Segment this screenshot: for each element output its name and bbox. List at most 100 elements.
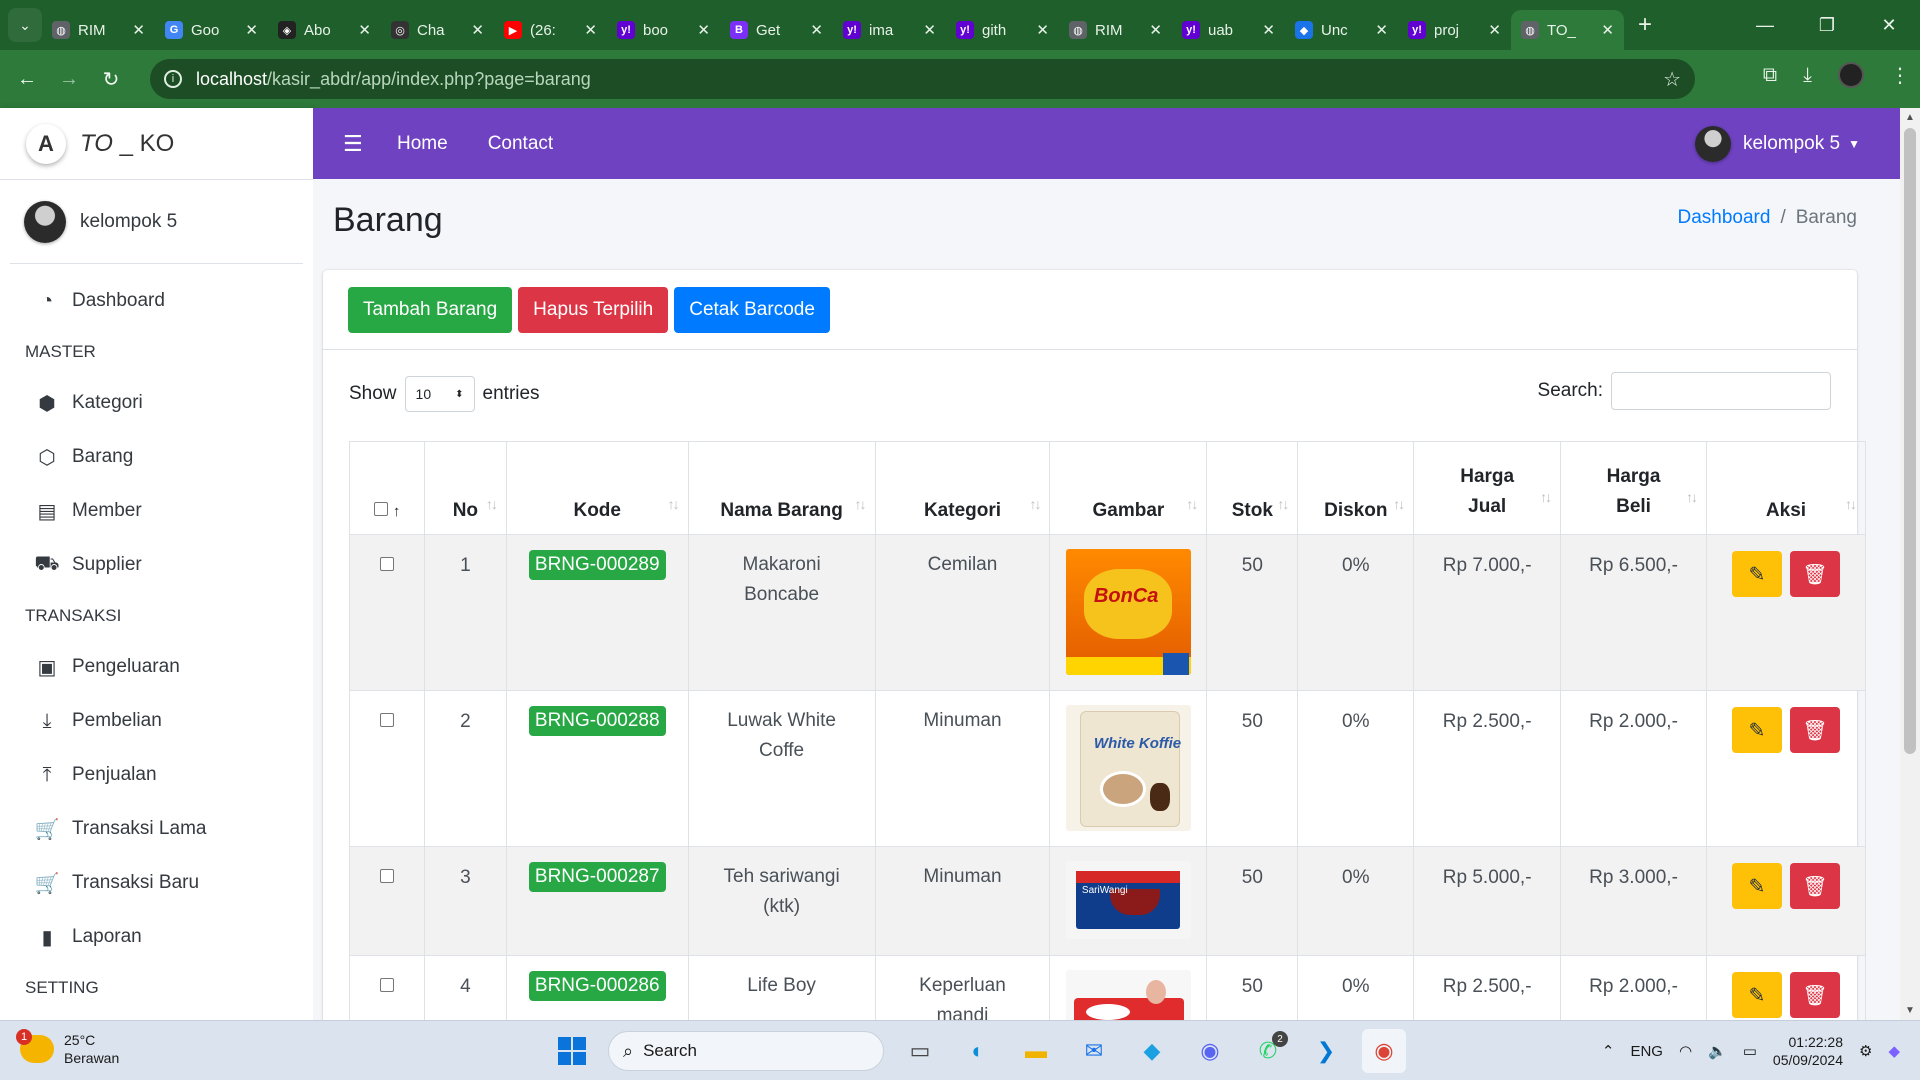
hamburger-menu-icon[interactable]: ☰ <box>343 131 363 157</box>
chrome-icon[interactable]: ◉ <box>1362 1029 1406 1073</box>
browser-tab[interactable]: ◍ RIM ✕ <box>1059 10 1172 50</box>
sidebar-item-pembelian[interactable]: ⤓ Pembelian <box>0 694 313 748</box>
browser-menu-icon[interactable]: ⋮ <box>1890 63 1910 88</box>
delete-button[interactable]: 🗑 <box>1789 551 1840 597</box>
copilot-icon[interactable]: ◆ <box>1888 1042 1900 1060</box>
column-header[interactable]: Kategori ↑↓ <box>874 441 1051 535</box>
row-checkbox[interactable] <box>379 978 394 992</box>
sidebar-item-penjualan[interactable]: ⤒ Penjualan <box>0 748 313 802</box>
discord-icon[interactable]: ◉ <box>1188 1029 1232 1073</box>
scrollbar-thumb[interactable] <box>1904 128 1916 754</box>
tab-close-icon[interactable]: ✕ <box>1149 21 1162 39</box>
task-view-icon[interactable]: ▭ <box>898 1029 942 1073</box>
chevron-up-icon[interactable]: ⌃ <box>1602 1042 1615 1060</box>
column-header[interactable]: Kode ↑↓ <box>505 441 689 535</box>
whatsapp-icon[interactable]: ✆ 2 <box>1246 1029 1290 1073</box>
browser-tab[interactable]: ◍ TO_ ✕ <box>1511 10 1624 50</box>
nav-link-home[interactable]: Home <box>397 133 448 155</box>
vscode-icon[interactable]: ❯ <box>1304 1029 1348 1073</box>
browser-tab[interactable]: ◈ Abo ✕ <box>268 10 381 50</box>
column-header[interactable]: No ↑↓ <box>423 441 507 535</box>
sidebar-item-supplier[interactable]: ⛟ Supplier <box>0 538 313 592</box>
browser-tab[interactable]: y! proj ✕ <box>1398 10 1511 50</box>
browser-tab[interactable]: G Goo ✕ <box>155 10 268 50</box>
scroll-up-arrow-icon[interactable]: ▲ <box>1905 112 1915 123</box>
column-header[interactable]: Gambar ↑↓ <box>1049 441 1208 535</box>
sidebar-item-laporan[interactable]: ▮ Laporan <box>0 910 313 964</box>
mail-icon[interactable]: ✉ <box>1072 1029 1116 1073</box>
scroll-down-arrow-icon[interactable]: ▼ <box>1905 1005 1915 1016</box>
tab-close-icon[interactable]: ✕ <box>245 21 258 39</box>
site-info-icon[interactable]: i <box>164 70 182 88</box>
restore-button[interactable]: ❐ <box>1796 0 1858 50</box>
wifi-icon[interactable]: ◠ <box>1679 1042 1692 1060</box>
weather-widget[interactable]: 1 25°C Berawan <box>16 1029 119 1067</box>
select-all-checkbox[interactable] <box>373 502 388 516</box>
tab-close-icon[interactable]: ✕ <box>697 21 710 39</box>
browser-tab[interactable]: ◆ Unc ✕ <box>1285 10 1398 50</box>
clock[interactable]: 01:22:28 05/09/2024 <box>1773 1033 1843 1069</box>
profile-avatar[interactable] <box>1838 62 1864 88</box>
tab-close-icon[interactable]: ✕ <box>584 21 597 39</box>
address-bar[interactable]: i localhost/kasir_abdr/app/index.php?pag… <box>150 59 1695 99</box>
browser-tab[interactable]: y! uab ✕ <box>1172 10 1285 50</box>
sidebar-item-transaksi-baru[interactable]: 🛒 Transaksi Baru <box>0 856 313 910</box>
start-button[interactable] <box>550 1029 594 1073</box>
tab-close-icon[interactable]: ✕ <box>358 21 371 39</box>
language-indicator[interactable]: ENG <box>1630 1043 1663 1060</box>
tab-close-icon[interactable]: ✕ <box>923 21 936 39</box>
brand-link[interactable]: A TO _ KO <box>0 108 313 180</box>
store-icon[interactable]: ◆ <box>1130 1029 1174 1073</box>
tab-close-icon[interactable]: ✕ <box>1036 21 1049 39</box>
sidebar-user-panel[interactable]: kelompok 5 <box>10 180 303 264</box>
tab-close-icon[interactable]: ✕ <box>1375 21 1388 39</box>
edit-button[interactable]: ✎ <box>1731 551 1782 597</box>
edit-button[interactable]: ✎ <box>1731 863 1782 909</box>
column-header[interactable]: Harga Beli ↑↓ <box>1560 441 1707 535</box>
minimize-button[interactable]: — <box>1734 0 1796 50</box>
sort-asc-icon[interactable]: ↑ <box>393 503 401 520</box>
tab-close-icon[interactable]: ✕ <box>471 21 484 39</box>
edit-button[interactable]: ✎ <box>1731 707 1782 753</box>
tab-close-icon[interactable]: ✕ <box>1601 21 1614 39</box>
entries-select[interactable]: 10 ⬍ <box>404 376 475 412</box>
reload-button[interactable]: ↻ <box>90 67 132 92</box>
row-checkbox[interactable] <box>379 557 394 571</box>
tab-close-icon[interactable]: ✕ <box>1262 21 1275 39</box>
edge-icon[interactable]: ◐ <box>956 1029 1000 1073</box>
browser-tab[interactable]: ◎ Cha ✕ <box>381 10 494 50</box>
print-barcode-button[interactable]: Cetak Barcode <box>674 286 830 333</box>
delete-button[interactable]: 🗑 <box>1789 863 1840 909</box>
row-checkbox[interactable] <box>379 869 394 883</box>
battery-icon[interactable]: ▭ <box>1743 1042 1757 1060</box>
tab-search-button[interactable]: ⌄ <box>8 8 42 42</box>
sidebar-item-pengeluaran[interactable]: ▣ Pengeluaran <box>0 640 313 694</box>
forward-button[interactable]: → <box>48 68 90 91</box>
nav-link-contact[interactable]: Contact <box>488 133 553 155</box>
search-input[interactable] <box>1611 372 1831 410</box>
back-button[interactable]: ← <box>6 68 48 91</box>
column-header[interactable]: Stok ↑↓ <box>1206 441 1299 535</box>
browser-tab[interactable]: ▶ (26: ✕ <box>494 10 607 50</box>
add-item-button[interactable]: Tambah Barang <box>348 286 513 333</box>
column-header[interactable]: Aksi ↑↓ <box>1705 441 1867 535</box>
browser-tab[interactable]: B Get ✕ <box>720 10 833 50</box>
bookmark-star-icon[interactable]: ☆ <box>1663 67 1681 92</box>
edit-button[interactable]: ✎ <box>1731 972 1782 1018</box>
tab-close-icon[interactable]: ✕ <box>810 21 823 39</box>
delete-selected-button[interactable]: Hapus Terpilih <box>518 286 669 333</box>
row-checkbox[interactable] <box>379 713 394 727</box>
taskbar-search[interactable]: ⌕ Search <box>608 1031 884 1071</box>
browser-tab[interactable]: y! ima ✕ <box>833 10 946 50</box>
delete-button[interactable]: 🗑 <box>1789 707 1840 753</box>
browser-tab[interactable]: y! boo ✕ <box>607 10 720 50</box>
column-header[interactable]: Harga Jual ↑↓ <box>1413 441 1562 535</box>
download-icon[interactable]: ⤓ <box>1803 64 1812 87</box>
tab-close-icon[interactable]: ✕ <box>132 21 145 39</box>
new-tab-button[interactable]: + <box>1638 11 1652 39</box>
breadcrumb-dashboard[interactable]: Dashboard <box>1677 207 1770 228</box>
sidebar-item-member[interactable]: ▤ Member <box>0 484 313 538</box>
column-header[interactable]: Diskon ↑↓ <box>1297 441 1415 535</box>
page-scrollbar[interactable]: ▲ ▼ <box>1900 108 1920 1020</box>
file-explorer-icon[interactable]: ▬ <box>1014 1029 1058 1073</box>
